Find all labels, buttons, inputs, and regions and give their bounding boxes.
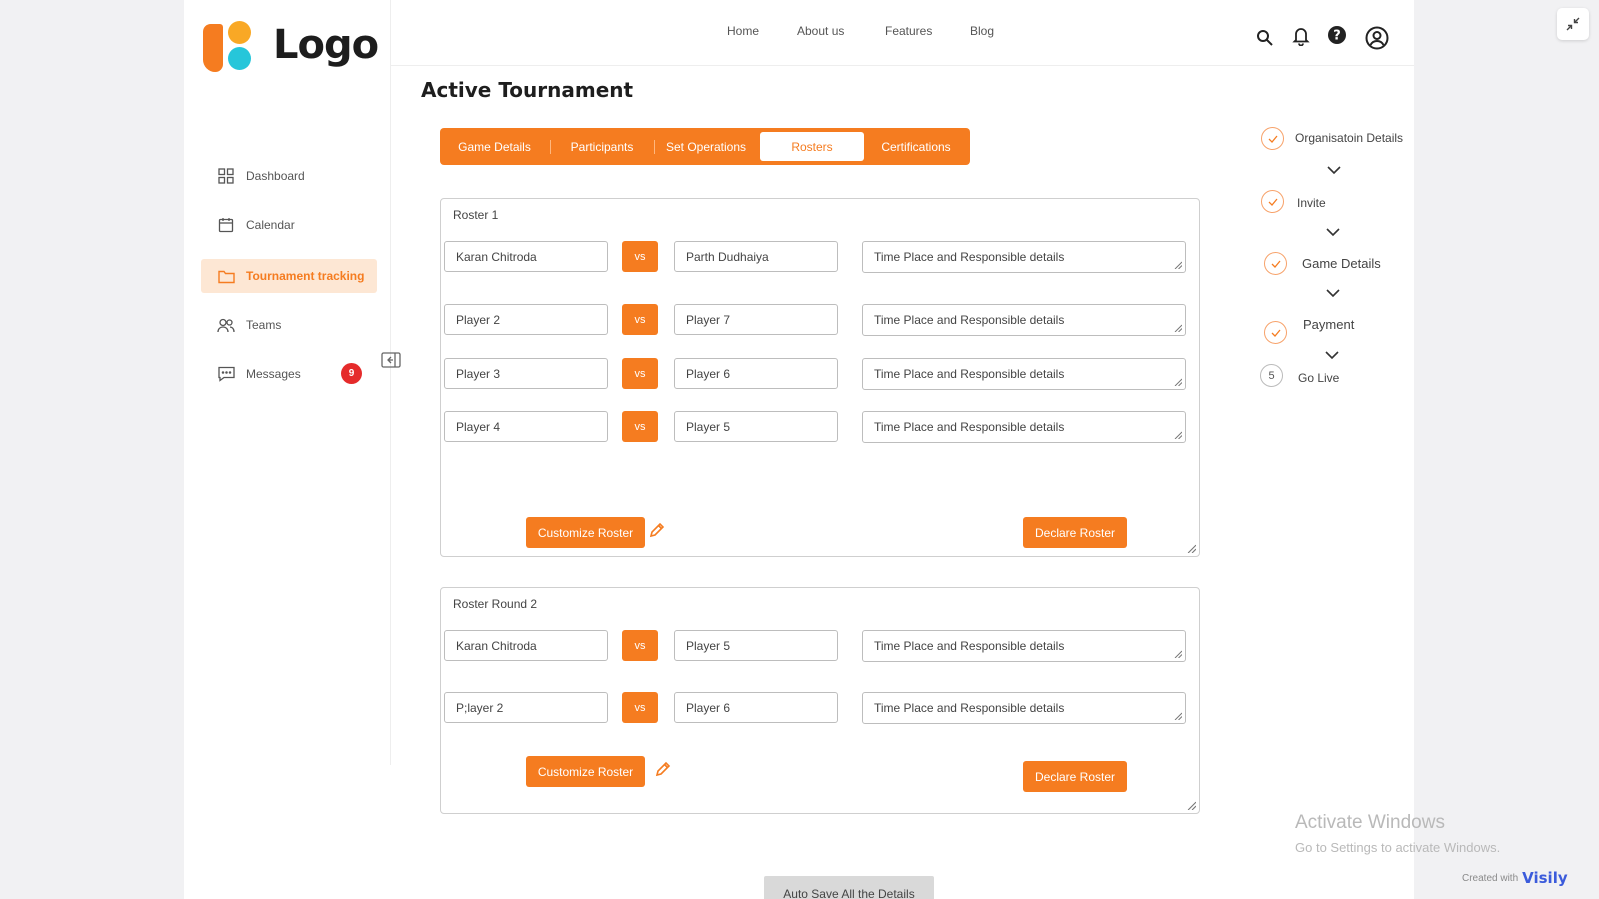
customize-roster-button[interactable]: Customize Roster [526, 517, 645, 548]
visily-logo: Visily [1522, 869, 1568, 887]
created-with-text: Created with [1462, 872, 1519, 884]
logo-text: Logo [273, 22, 379, 68]
player-2-field[interactable]: Player 6 [674, 692, 838, 723]
step-go-live[interactable]: Go Live [1298, 371, 1339, 385]
sidebar-item-label: Teams [246, 318, 282, 332]
step-number-badge: 5 [1260, 364, 1283, 387]
vs-badge: vs [622, 692, 658, 723]
details-field[interactable]: Time Place and Responsible details [862, 358, 1186, 390]
roster-title: Roster Round 2 [453, 597, 538, 611]
page-title: Active Tournament [421, 78, 634, 102]
step-organisation-details[interactable]: Organisatoin Details [1295, 131, 1403, 145]
vs-badge: vs [622, 630, 658, 661]
declare-roster-button[interactable]: Declare Roster [1023, 517, 1127, 548]
profile-icon[interactable] [1364, 25, 1390, 51]
details-text: Time Place and Responsible details [874, 367, 1065, 381]
minimize-icon[interactable] [1557, 8, 1589, 40]
player-1-field[interactable]: P;layer 2 [444, 692, 608, 723]
folder-icon [217, 267, 235, 285]
nav-link-about-us[interactable]: About us [797, 24, 844, 38]
player-1-field[interactable]: Player 2 [444, 304, 608, 335]
bell-icon[interactable] [1290, 25, 1312, 47]
logo-mark [203, 18, 261, 72]
vs-badge: vs [622, 241, 658, 272]
check-icon [1264, 321, 1287, 344]
sidebar-item-teams[interactable]: Teams [201, 308, 377, 342]
roster-card-2: Roster Round 2 Karan Chitroda vs Player … [440, 587, 1200, 814]
sidebar-item-dashboard[interactable]: Dashboard [201, 159, 377, 193]
tab-game-details[interactable]: Game Details [446, 132, 543, 161]
details-field[interactable]: Time Place and Responsible details [862, 241, 1186, 273]
player-2-field[interactable]: Player 5 [674, 411, 838, 442]
collapse-sidebar-icon[interactable] [381, 352, 401, 368]
nav-link-features[interactable]: Features [885, 24, 932, 38]
step-invite[interactable]: Invite [1297, 196, 1326, 210]
vs-badge: vs [622, 304, 658, 335]
player-2-field[interactable]: Player 6 [674, 358, 838, 389]
player-2-field[interactable]: Parth Dudhaiya [674, 241, 838, 272]
declare-roster-button[interactable]: Declare Roster [1023, 761, 1127, 792]
player-1-field[interactable]: Karan Chitroda [444, 630, 608, 661]
sidebar-item-messages[interactable]: Messages 9 [201, 357, 377, 391]
chevron-down-icon [1326, 228, 1340, 237]
help-icon[interactable]: ? [1326, 24, 1348, 46]
activate-windows-subtitle: Go to Settings to activate Windows. [1295, 840, 1501, 855]
tab-bar: Game Details Participants Set Operations… [440, 128, 970, 165]
check-icon [1261, 127, 1284, 150]
sidebar-item-tournament-tracking[interactable]: Tournament tracking [201, 259, 377, 293]
details-field[interactable]: Time Place and Responsible details [862, 304, 1186, 336]
details-text: Time Place and Responsible details [874, 250, 1065, 264]
calendar-icon [217, 216, 235, 234]
svg-text:?: ? [1333, 29, 1341, 44]
tab-certifications[interactable]: Certifications [866, 132, 966, 161]
roster-card-1: Roster 1 Karan Chitroda vs Parth Dudhaiy… [440, 198, 1200, 557]
sidebar-item-label: Calendar [246, 218, 295, 232]
messages-count-badge: 9 [341, 363, 362, 384]
vs-badge: vs [622, 411, 658, 442]
details-text: Time Place and Responsible details [874, 313, 1065, 327]
activate-windows-title: Activate Windows [1295, 812, 1445, 833]
tab-rosters[interactable]: Rosters [760, 132, 864, 161]
dashboard-icon [217, 167, 235, 185]
check-icon [1264, 252, 1287, 275]
edit-pencil-icon[interactable] [654, 760, 672, 778]
users-icon [217, 316, 235, 334]
vs-badge: vs [622, 358, 658, 389]
details-text: Time Place and Responsible details [874, 420, 1065, 434]
check-icon [1261, 190, 1284, 213]
details-field[interactable]: Time Place and Responsible details [862, 630, 1186, 662]
logo[interactable]: Logo [203, 18, 379, 72]
chevron-down-icon [1327, 166, 1341, 175]
details-field[interactable]: Time Place and Responsible details [862, 692, 1186, 724]
sidebar-item-label: Tournament tracking [246, 269, 365, 283]
tab-set-operations[interactable]: Set Operations [656, 132, 756, 161]
sidebar-item-calendar[interactable]: Calendar [201, 208, 377, 242]
message-icon [217, 365, 235, 383]
player-1-field[interactable]: Player 4 [444, 411, 608, 442]
roster-title: Roster 1 [453, 208, 499, 222]
sidebar-item-label: Messages [246, 367, 301, 381]
tab-participants[interactable]: Participants [553, 132, 651, 161]
step-game-details[interactable]: Game Details [1302, 256, 1381, 271]
player-2-field[interactable]: Player 5 [674, 630, 838, 661]
details-field[interactable]: Time Place and Responsible details [862, 411, 1186, 443]
chevron-down-icon [1326, 289, 1340, 298]
player-1-field[interactable]: Karan Chitroda [444, 241, 608, 272]
created-with-badge[interactable]: Created with Visily [1462, 869, 1568, 887]
nav-link-blog[interactable]: Blog [970, 24, 994, 38]
search-icon[interactable] [1254, 27, 1276, 49]
sidebar-item-label: Dashboard [246, 169, 305, 183]
details-text: Time Place and Responsible details [874, 701, 1065, 715]
customize-roster-button[interactable]: Customize Roster [526, 756, 645, 787]
player-1-field[interactable]: Player 3 [444, 358, 608, 389]
step-payment[interactable]: Payment [1303, 317, 1354, 332]
nav-link-home[interactable]: Home [727, 24, 759, 38]
player-2-field[interactable]: Player 7 [674, 304, 838, 335]
auto-save-button[interactable]: Auto Save All the Details [764, 876, 934, 899]
edit-pencil-icon[interactable] [648, 521, 666, 539]
details-text: Time Place and Responsible details [874, 639, 1065, 653]
chevron-down-icon [1325, 351, 1339, 360]
